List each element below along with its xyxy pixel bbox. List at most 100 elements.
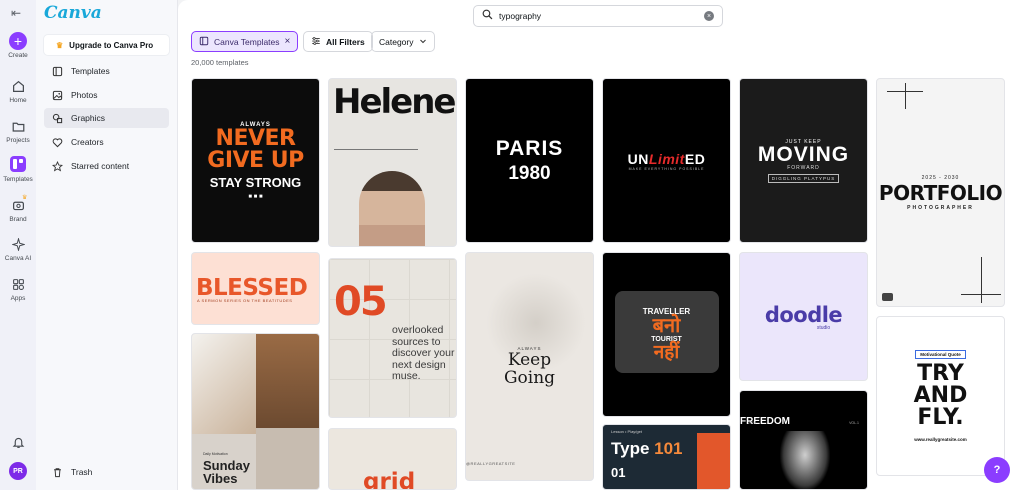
canva-templates-filter-chip[interactable]: Canva Templates × — [191, 31, 299, 52]
card-text: FORWARD — [787, 164, 820, 171]
card-text: Keep — [507, 350, 552, 370]
trash-icon — [51, 466, 63, 478]
bell-icon — [9, 433, 27, 451]
card-text: @REALLYGREATSITE — [466, 461, 516, 466]
template-card-try-and-fly[interactable]: Motivational Quote TRY AND FLY. www.real… — [876, 316, 1005, 476]
icon-rail: ⇤ + Create Home Projects Templates ♛ Bra… — [0, 0, 36, 490]
card-text: ED — [684, 150, 706, 167]
rail-label: Brand — [9, 216, 27, 223]
card-text: doodle — [764, 302, 843, 327]
card-text: Type 101 — [611, 439, 683, 459]
nav-item-photos[interactable]: Photos — [44, 85, 169, 105]
card-text: STAY STRONG — [209, 174, 302, 190]
card-photo — [359, 171, 425, 246]
templates-icon — [10, 156, 26, 172]
template-card-moving-forward[interactable]: JUST KEEP MOVING FORWARD DIGGLING PLATYP… — [739, 78, 868, 243]
card-text: FLY. — [917, 405, 964, 430]
template-card-type-101[interactable]: Lesson • Play/get Type 101 01 — [602, 424, 731, 490]
rail-item-apps[interactable]: Apps — [0, 275, 36, 302]
upgrade-button[interactable]: ♛ Upgrade to Canva Pro — [44, 35, 169, 55]
template-card-paris-1980[interactable]: PARIS 1980 — [465, 78, 594, 243]
card-text: FREEDOM — [740, 416, 790, 427]
card-text: UN — [627, 150, 649, 167]
nav-item-creators[interactable]: Creators — [44, 132, 169, 152]
canva-logo[interactable]: Canva — [44, 3, 102, 23]
account-button[interactable]: PR — [0, 462, 36, 480]
card-text: MAKE EVERYTHING POSSIBLE — [628, 166, 705, 171]
card-text: GIVE UP — [207, 147, 304, 173]
template-card-grid[interactable]: grid — [328, 428, 457, 490]
card-text: UNLimitED — [628, 151, 706, 167]
clear-search-icon[interactable]: × — [704, 11, 714, 21]
card-text: 05 — [334, 279, 388, 325]
card-text: 01 — [611, 465, 626, 480]
crown-icon: ♛ — [56, 40, 64, 50]
card-text: grid — [363, 469, 416, 490]
nav-item-starred[interactable]: Starred content — [44, 156, 169, 176]
rail-item-projects[interactable]: Projects — [0, 117, 36, 144]
rail-item-templates[interactable]: Templates — [0, 156, 36, 183]
template-card-traveller[interactable]: TRAVELLER बनो TOURIST नहीं — [602, 252, 731, 417]
card-text: overlooked sources to discover your next… — [392, 324, 455, 382]
card-text: बनो — [652, 315, 681, 337]
folder-icon — [9, 117, 27, 135]
chip-label: Canva Templates — [214, 36, 280, 47]
shapes-icon — [51, 112, 63, 124]
template-card-helene[interactable]: Helene — [328, 78, 457, 247]
nav-item-trash[interactable]: Trash — [44, 462, 169, 482]
template-icon — [51, 65, 63, 77]
template-card-portfolio[interactable]: 2025 - 2030 PORTFOLIO PHOTOGRAPHER — [876, 78, 1005, 307]
category-dropdown[interactable]: Category — [371, 31, 435, 52]
nav-item-templates[interactable]: Templates — [44, 61, 169, 81]
card-divider — [334, 149, 418, 165]
card-text: Going — [503, 368, 556, 388]
rail-label: Projects — [6, 137, 30, 144]
template-card-sunday-vibes[interactable]: Daily Motivation Sunday Vibes — [191, 333, 320, 490]
card-text: MOVING — [757, 142, 850, 166]
chip-label: All Filters — [326, 36, 365, 47]
home-icon — [9, 77, 27, 95]
nav-item-graphics[interactable]: Graphics — [44, 108, 169, 128]
help-button[interactable]: ? — [984, 457, 1010, 483]
card-text: A SERMON SERIES ON THE BEATITUDES — [197, 298, 293, 303]
rail-item-create[interactable]: + Create — [0, 32, 36, 59]
card-shape — [697, 433, 730, 489]
chip-label: Category — [379, 36, 414, 47]
card-text: DIGGLING PLATYPUS — [767, 173, 840, 183]
card-text: 1980 — [508, 162, 551, 184]
card-text: Motivational Quote — [915, 350, 966, 359]
card-text: 101 — [654, 439, 683, 458]
rail-label: Canva AI — [4, 255, 32, 262]
collapse-panel-icon[interactable]: ⇤ — [11, 6, 21, 20]
card-text: www.reallygreatsite.com — [914, 437, 967, 442]
rail-label: Apps — [10, 295, 26, 302]
template-card-never-give-up[interactable]: ALWAYS NEVER GIVE UP STAY STRONG ■ ■ ■ — [191, 78, 320, 243]
heart-icon — [51, 136, 63, 148]
close-icon[interactable]: × — [285, 36, 291, 47]
video-icon — [882, 293, 893, 301]
template-card-freedom[interactable]: FREEDOM 2024 VOL.1 — [739, 390, 868, 490]
card-text: 2024 — [748, 421, 756, 425]
all-filters-button[interactable]: All Filters — [303, 31, 373, 52]
card-text: नहीं — [653, 342, 680, 363]
card-text: Helene — [333, 82, 456, 122]
nav-label: Photos — [71, 90, 98, 100]
rail-item-brand[interactable]: ♛ Brand — [0, 195, 36, 223]
template-card-05-sources[interactable]: 05 overlooked sources to discover your n… — [328, 258, 457, 418]
notifications-button[interactable] — [0, 433, 36, 451]
nav-label: Starred content — [71, 161, 130, 171]
template-card-unlimited[interactable]: UNLimitED MAKE EVERYTHING POSSIBLE — [602, 78, 731, 243]
search-bar[interactable]: × — [473, 5, 723, 27]
rail-item-home[interactable]: Home — [0, 77, 36, 104]
rail-item-canva-ai[interactable]: Canva AI — [0, 235, 36, 262]
apps-icon — [9, 275, 27, 293]
template-card-doodle-studio[interactable]: doodle studio — [739, 252, 868, 381]
template-card-keep-going[interactable]: ALWAYS Keep Going @REALLYGREATSITE — [465, 252, 594, 481]
card-text: VOL.1 — [849, 421, 859, 425]
plus-icon: + — [9, 32, 27, 50]
template-card-blessed[interactable]: BLESSED A SERMON SERIES ON THE BEATITUDE… — [191, 252, 320, 325]
nav-label: Creators — [71, 137, 104, 147]
nav-label: Trash — [71, 467, 93, 477]
search-input[interactable] — [499, 11, 698, 21]
card-text: Type — [611, 439, 655, 458]
